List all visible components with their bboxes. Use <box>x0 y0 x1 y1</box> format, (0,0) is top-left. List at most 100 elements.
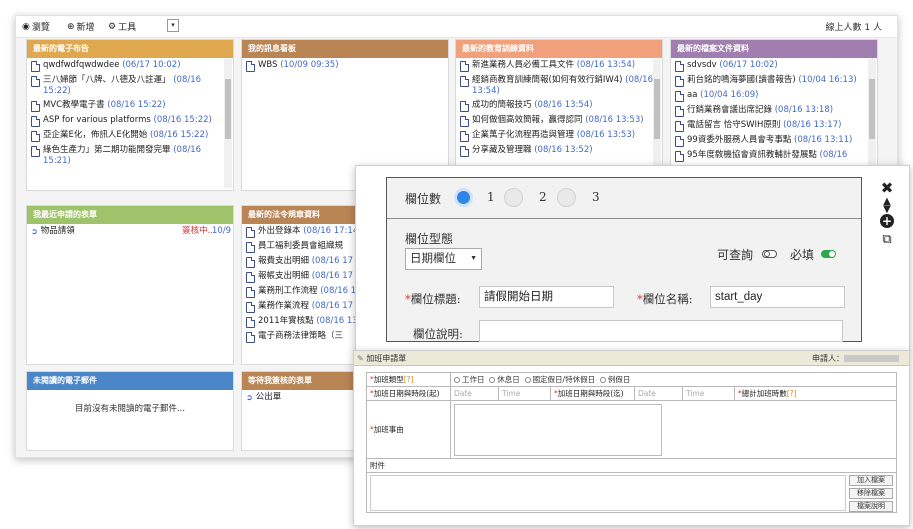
document-icon <box>460 116 469 127</box>
field-type-label: 欄位型態 <box>405 232 454 246</box>
document-icon <box>31 116 40 127</box>
applicant: 申請人： <box>812 351 899 366</box>
gear-icon: ⚙ <box>108 21 117 32</box>
document-icon <box>246 61 255 72</box>
type-options: 工作日 休息日 國定假日/特休假日 例假日 <box>450 372 897 387</box>
arrow-circle-icon: ➲ <box>246 393 253 402</box>
field-editor-body: 欄位數 1 2 3 欄位型態 日期欄位 ▼ 可查詢 必填 *欄位標題: 請假開始日… <box>386 177 862 342</box>
document-icon <box>460 146 469 157</box>
list-item[interactable]: 亞企業E化，佈訊人E化開始 (08/16 15:22) <box>27 128 233 143</box>
column-count-radio[interactable] <box>504 188 523 207</box>
document-icon <box>460 61 469 72</box>
list-item[interactable]: 分享藏及管理職 (08/16 13:52) <box>456 143 662 158</box>
list-item[interactable]: 電話留言 恰守SWIH原則 (08/16 13:17) <box>671 118 877 133</box>
attachment-area: 加入檔案 移除檔案 檔案說明 <box>366 472 897 513</box>
list-item[interactable]: 莉台銘的鳴海夢國(讀書報告) (10/04 16:13) <box>671 73 877 88</box>
list-item[interactable]: aa (10/04 16:09) <box>671 88 877 103</box>
scrollbar[interactable] <box>224 59 232 188</box>
list-item[interactable]: 新進業務人員必備工具文件 (08/16 13:54) <box>456 58 662 73</box>
column-count-label: 欄位數 <box>405 192 442 206</box>
document-icon <box>246 287 255 298</box>
add-circle-icon[interactable]: + <box>880 214 894 228</box>
add-button[interactable]: ⊕ 新增 <box>67 20 95 34</box>
document-icon <box>246 257 255 268</box>
list-item[interactable]: 如何做個高效簡報，贏得認同 (08/16 13:53) <box>456 113 662 128</box>
form-header: ✎ 加班申請單 申請人： <box>354 351 909 366</box>
list-item[interactable]: 99資委外服務人員會考事點 (08/16 13:11) <box>671 133 877 148</box>
queryable-toggle[interactable] <box>762 250 777 258</box>
document-icon <box>675 121 684 132</box>
document-icon <box>675 61 684 72</box>
overtime-form: ✎ 加班申請單 申請人： *加班類型[?] 工作日 休息日 國定假日/特休假日 … <box>353 350 910 526</box>
document-icon <box>31 146 40 157</box>
field-title-input[interactable]: 請假開始日期 <box>479 286 614 308</box>
reason-textarea[interactable] <box>454 403 662 456</box>
list-item[interactable]: 綠色生產力」第二期功能開發完畢 (08/16 15:21) <box>27 143 233 168</box>
list-item[interactable]: ASP for various platforms (08/16 15:22) <box>27 113 233 128</box>
column-count-radio-selected[interactable] <box>454 188 473 207</box>
list-item[interactable]: 成功的簡報技巧 (08/16 13:54) <box>456 98 662 113</box>
end-label: *加班日期與時段(迄) <box>550 386 635 401</box>
panel-title: 最新的教育訓練資料 <box>456 40 662 58</box>
option-label: 2 <box>539 190 547 204</box>
list-item[interactable]: ➲ 物品請領 簽核中.. 10/9 <box>27 224 233 238</box>
field-name-input[interactable]: start_day <box>710 286 845 308</box>
list-item[interactable]: 經銷商教育訓練簡報(如何有效行銷IW4) (08/16 13:54) <box>456 73 662 98</box>
document-icon <box>460 76 469 87</box>
document-icon <box>460 101 469 112</box>
radio-option[interactable]: 例假日 <box>599 375 630 384</box>
list-item[interactable]: WBS (10/09 09:35) <box>242 58 448 73</box>
attachment-list[interactable] <box>370 475 846 511</box>
list-item[interactable]: sdvsdv (06/17 10:02) <box>671 58 877 73</box>
reason-label: *加班事由 <box>366 400 451 459</box>
overview-button[interactable]: ◉ 瀏覽 <box>22 20 50 34</box>
radio-option[interactable]: 工作日 <box>454 375 485 384</box>
view-icon: ◉ <box>22 21 30 32</box>
field-name-label: *欄位名稱: <box>637 292 693 306</box>
field-type-select[interactable]: 日期欄位 ▼ <box>405 248 482 270</box>
file-note-button[interactable]: 檔案說明 <box>849 501 893 512</box>
column-count-section: 欄位數 1 2 3 <box>387 178 861 219</box>
start-time-input[interactable]: Time <box>498 386 551 401</box>
end-date-input[interactable]: Date <box>634 386 683 401</box>
list-item[interactable]: 三八婦節「八牌、八德及八註運」 (08/16 15:22) <box>27 73 233 98</box>
add-file-button[interactable]: 加入檔案 <box>849 475 893 486</box>
edit-icon: ✎ <box>357 354 364 363</box>
radio-option[interactable]: 國定假日/特休假日 <box>524 375 595 384</box>
panel-title: 未閱讀的電子郵件 <box>27 372 233 390</box>
form-table: *加班類型[?] 工作日 休息日 國定假日/特休假日 例假日 *加班日期與時段(… <box>366 372 897 513</box>
panel-title: 我的訊息看板 <box>242 40 448 58</box>
required-toggle[interactable] <box>821 250 836 258</box>
document-icon <box>246 272 255 283</box>
field-desc-input[interactable] <box>479 320 843 342</box>
document-icon <box>675 151 684 162</box>
list-item[interactable]: 行銷業務會議出席記錄 (08/16 13:18) <box>671 103 877 118</box>
copy-icon[interactable]: ⧉ <box>880 233 894 247</box>
status-badge: 簽核中.. <box>182 226 213 236</box>
option-label: 3 <box>592 190 600 204</box>
list-item[interactable]: qwdfwdfqwdwdee (06/17 10:02) <box>27 58 233 73</box>
tools-button[interactable]: ⚙ 工具 <box>108 20 136 34</box>
toolbar-dropdown[interactable]: ▾ <box>167 19 179 32</box>
reason-cell <box>450 400 897 459</box>
list-item[interactable]: 企業萬子化流程再造與管理 (08/16 13:53) <box>456 128 662 143</box>
close-icon[interactable]: ✖ <box>880 181 894 196</box>
radio-option[interactable]: 休息日 <box>489 375 520 384</box>
end-time-input[interactable]: Time <box>682 386 735 401</box>
document-icon <box>246 332 255 343</box>
arrow-circle-icon: ➲ <box>31 227 38 236</box>
document-icon <box>675 91 684 102</box>
document-icon <box>246 317 255 328</box>
list-item[interactable]: 95年度敎機協會資訊教輔計發展點 (08/16 <box>671 148 877 163</box>
column-count-radio[interactable] <box>557 188 576 207</box>
document-icon <box>675 136 684 147</box>
list-item[interactable]: MVC教學電子書 (08/16 15:22) <box>27 98 233 113</box>
required-label: 必填 <box>790 248 815 262</box>
field-desc-label: 欄位說明: <box>413 327 463 341</box>
document-icon <box>460 131 469 142</box>
move-updown-icon[interactable]: ▲ ▼ <box>880 197 894 215</box>
field-title-label: *欄位標題: <box>405 292 461 306</box>
remove-file-button[interactable]: 移除檔案 <box>849 488 893 499</box>
start-date-input[interactable]: Date <box>450 386 499 401</box>
field-editor: 欄位數 1 2 3 欄位型態 日期欄位 ▼ 可查詢 必填 *欄位標題: 請假開始日… <box>355 165 910 352</box>
